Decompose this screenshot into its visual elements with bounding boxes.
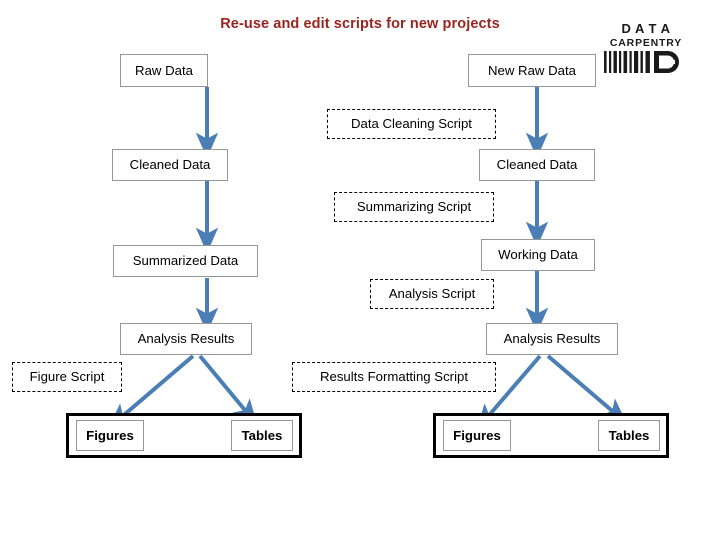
node-analysis-results-left[interactable]: Analysis Results (120, 323, 252, 355)
script-label: Figure Script (29, 369, 105, 385)
output-label: Tables (241, 427, 283, 443)
arrow-results-to-figures-left (107, 354, 195, 429)
node-analysis-results-right[interactable]: Analysis Results (486, 323, 618, 355)
output-label: Figures (453, 427, 501, 443)
logo-text-data: D A T A (622, 21, 671, 36)
script-label: Data Cleaning Script (351, 116, 472, 132)
script-figure-script[interactable]: Figure Script (12, 362, 122, 392)
logo-svg: D A T A CARPENTRY (604, 21, 682, 73)
logo-text-carpentry: CARPENTRY (610, 37, 682, 49)
diagram-canvas: Re-use and edit scripts for new projects… (0, 0, 720, 540)
node-cleaned-data-right[interactable]: Cleaned Data (479, 149, 595, 181)
node-new-raw-data[interactable]: New Raw Data (468, 54, 596, 87)
node-label: Analysis Results (503, 331, 601, 347)
node-label: New Raw Data (488, 62, 576, 78)
node-label: Analysis Results (137, 331, 235, 347)
logo-barcode-icon (604, 51, 650, 73)
node-label: Summarized Data (132, 253, 239, 269)
output-tables-left[interactable]: Tables (231, 420, 293, 451)
output-tables-right[interactable]: Tables (598, 420, 660, 451)
node-label: Cleaned Data (496, 157, 578, 173)
script-data-cleaning-script[interactable]: Data Cleaning Script (327, 109, 496, 139)
output-figures-left[interactable]: Figures (76, 420, 144, 451)
output-figures-right[interactable]: Figures (443, 420, 511, 451)
node-summarized-data[interactable]: Summarized Data (113, 245, 258, 277)
data-carpentry-logo: D A T A CARPENTRY (600, 20, 692, 76)
output-label: Figures (86, 427, 134, 443)
script-label: Summarizing Script (356, 199, 472, 215)
node-raw-data[interactable]: Raw Data (120, 54, 208, 87)
script-label: Results Formatting Script (319, 369, 469, 385)
node-label: Raw Data (135, 62, 193, 78)
arrow-results-to-tables-left (198, 354, 258, 426)
node-cleaned-data-left[interactable]: Cleaned Data (112, 149, 228, 181)
script-label: Analysis Script (388, 286, 476, 302)
node-label: Working Data (498, 247, 578, 263)
logo-d-mark-icon (654, 51, 679, 73)
script-analysis-script[interactable]: Analysis Script (370, 279, 494, 309)
script-results-formatting-script[interactable]: Results Formatting Script (292, 362, 496, 392)
arrow-layer (107, 87, 628, 431)
node-label: Cleaned Data (129, 157, 211, 173)
output-label: Tables (608, 427, 650, 443)
script-summarizing-script[interactable]: Summarizing Script (334, 192, 494, 222)
arrow-results-to-tables-right (546, 354, 628, 424)
node-working-data[interactable]: Working Data (481, 239, 595, 271)
